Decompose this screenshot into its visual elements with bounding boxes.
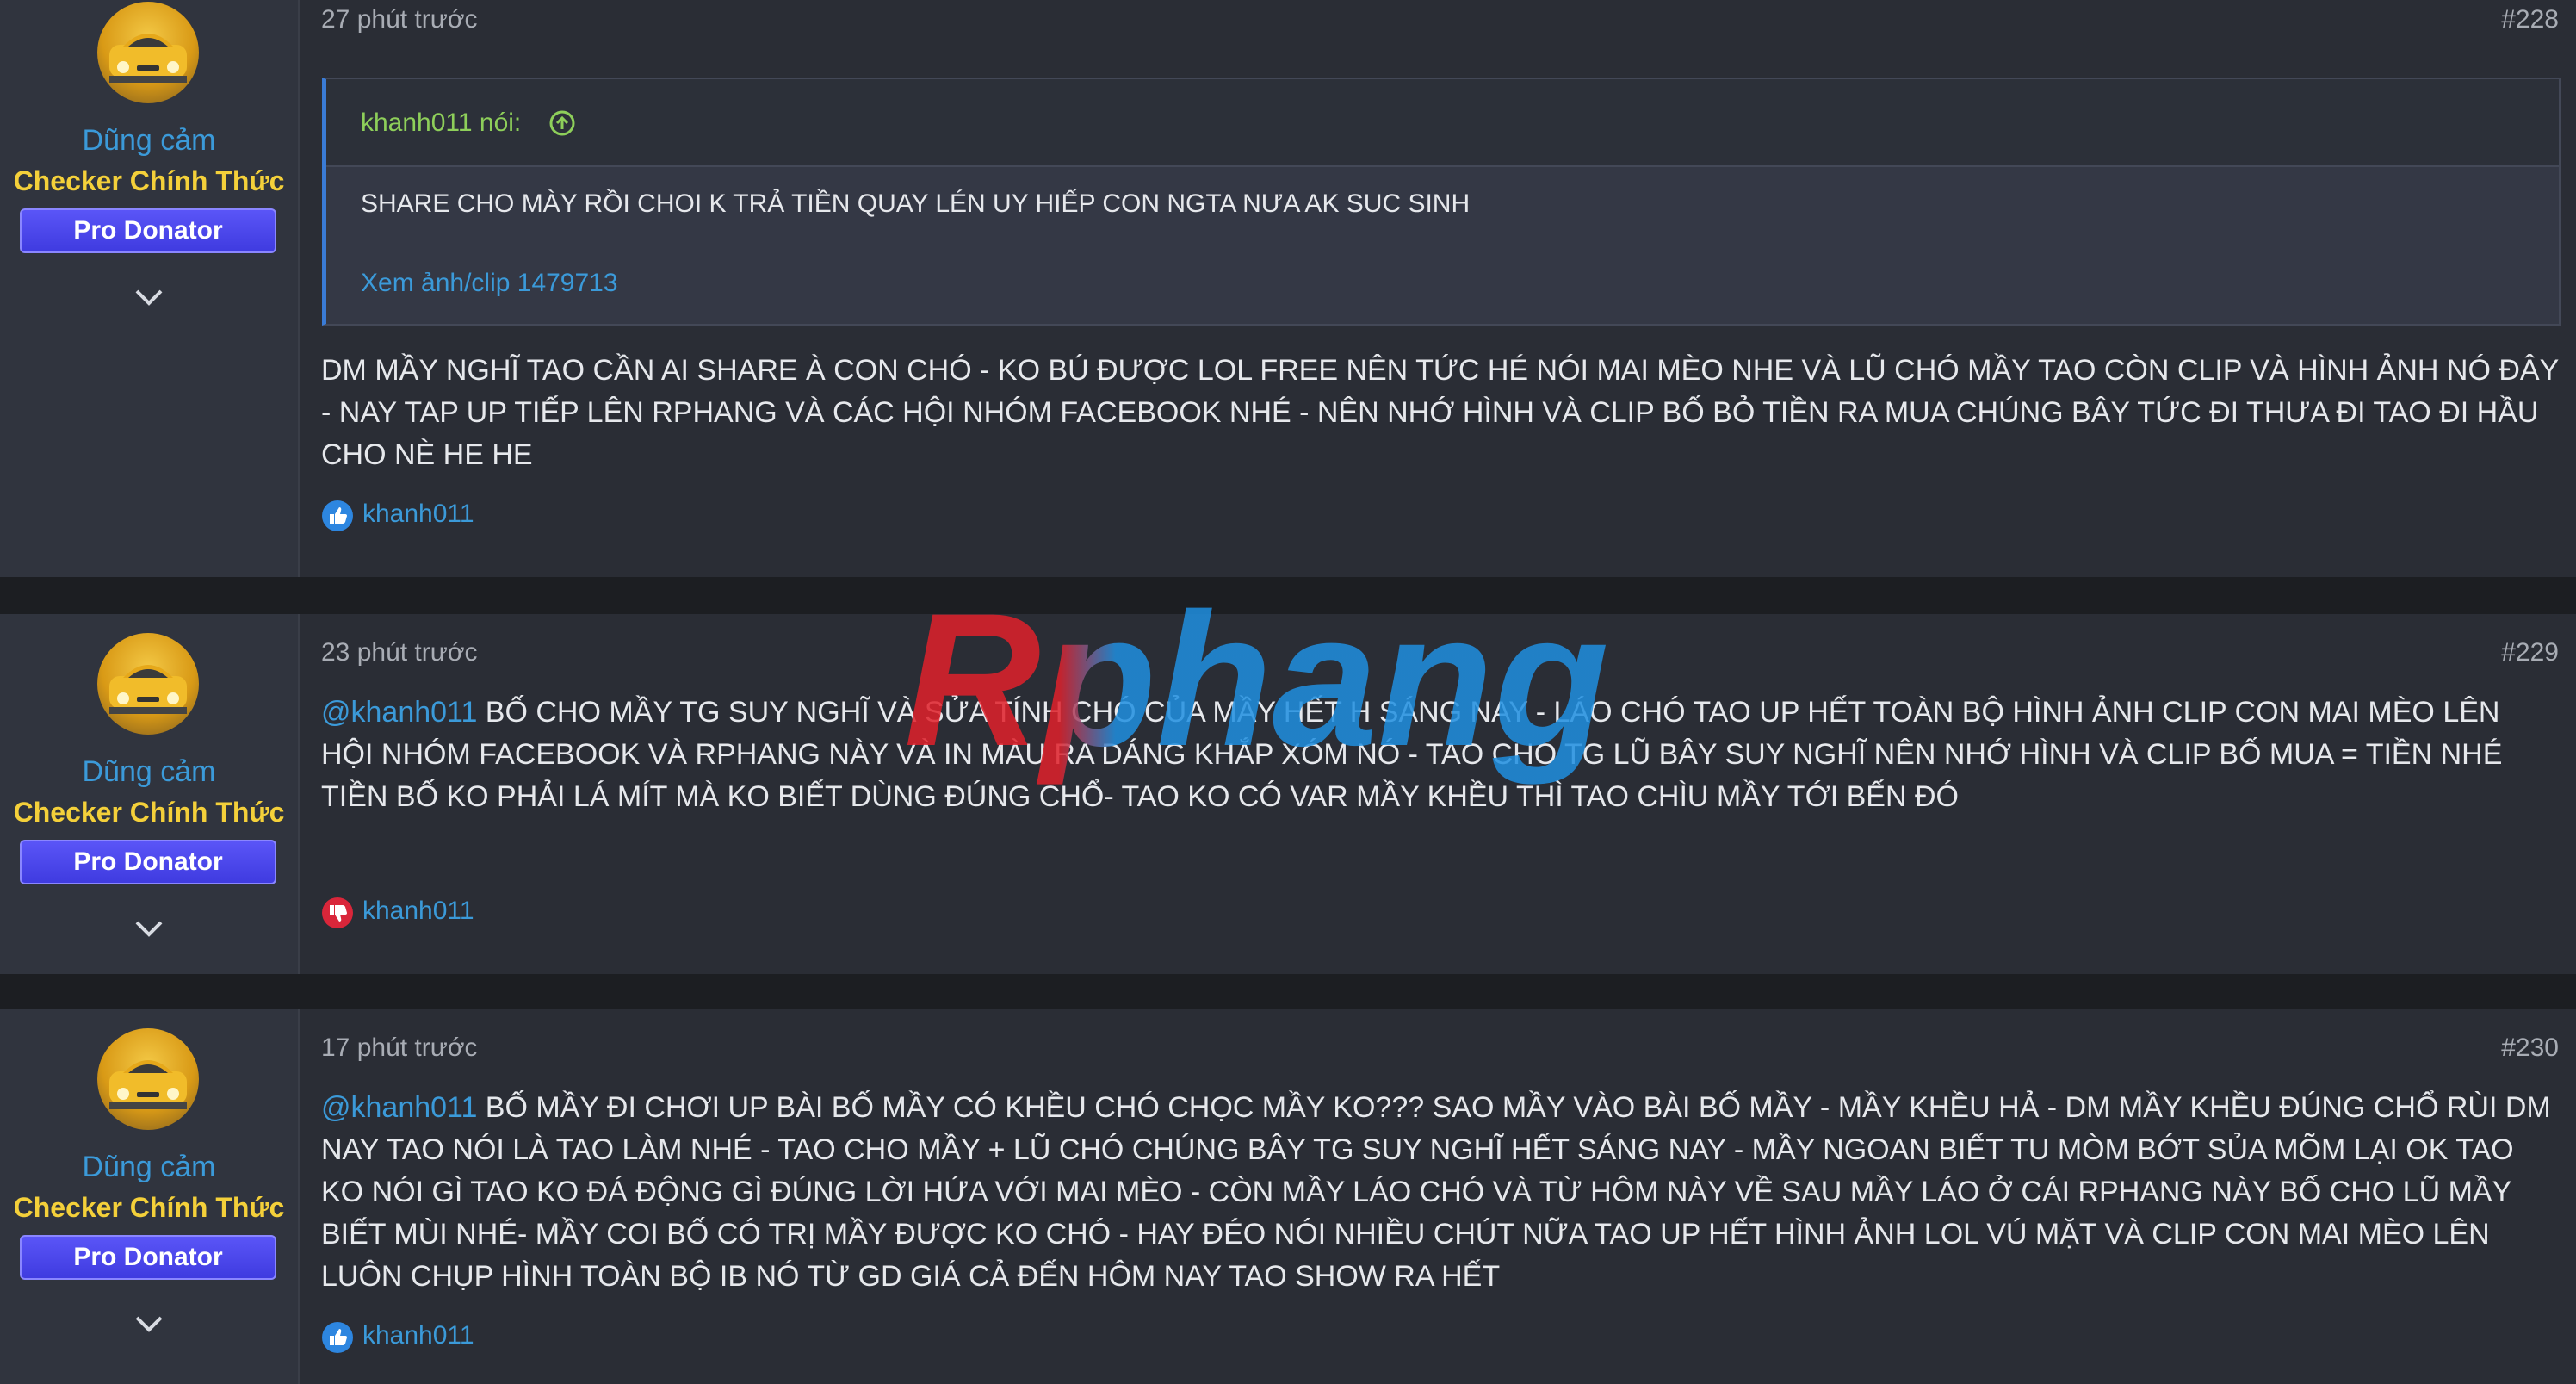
chevron-down-icon[interactable] bbox=[130, 915, 168, 941]
avatar[interactable] bbox=[97, 633, 199, 735]
reaction-user[interactable]: khanh011 bbox=[362, 500, 474, 529]
post-body: @khanh011 BỐ CHO MẦY TG SUY NGHĨ VÀ SỬA … bbox=[321, 692, 2560, 818]
user-sidebar: Dũng cảm Checker Chính Thức Pro Donator bbox=[0, 0, 300, 577]
reaction-user[interactable]: khanh011 bbox=[362, 1321, 474, 1350]
reaction-user[interactable]: khanh011 bbox=[362, 897, 474, 926]
post-230: Dũng cảm Checker Chính Thức Pro Donator … bbox=[0, 1009, 2576, 1384]
user-title: Checker Chính Thức bbox=[13, 797, 285, 828]
post-number[interactable]: #230 bbox=[2501, 1033, 2559, 1063]
post-time[interactable]: 17 phút trước bbox=[321, 1033, 478, 1063]
post-time[interactable]: 27 phút trước bbox=[321, 5, 478, 34]
post-number[interactable]: #229 bbox=[2501, 638, 2559, 667]
quote-media-link[interactable]: Xem ảnh/clip 1479713 bbox=[361, 269, 618, 298]
username[interactable]: Dũng cảm bbox=[0, 124, 298, 158]
pro-donator-badge: Pro Donator bbox=[20, 840, 276, 884]
username[interactable]: Dũng cảm bbox=[0, 755, 298, 789]
thumbs-up-icon bbox=[322, 500, 353, 531]
user-mention[interactable]: @khanh011 bbox=[321, 1091, 477, 1124]
user-title: Checker Chính Thức bbox=[13, 165, 285, 196]
arrow-up-circle-icon[interactable] bbox=[548, 109, 576, 137]
quote-text: SHARE CHO MÀY RỒI CHOI K TRẢ TIỀN QUAY L… bbox=[361, 189, 1471, 218]
post-229: Dũng cảm Checker Chính Thức Pro Donator … bbox=[0, 614, 2576, 974]
pro-donator-badge: Pro Donator bbox=[20, 208, 276, 253]
user-sidebar: Dũng cảm Checker Chính Thức Pro Donator bbox=[0, 614, 300, 974]
user-title: Checker Chính Thức bbox=[13, 1192, 285, 1223]
post-body-text: BỐ MẦY ĐI CHƠI UP BÀI BỐ MẦY CÓ KHỀU CHÓ… bbox=[321, 1091, 2551, 1293]
thumbs-up-icon bbox=[322, 1322, 353, 1353]
avatar[interactable] bbox=[97, 2, 199, 103]
user-sidebar: Dũng cảm Checker Chính Thức Pro Donator bbox=[0, 1009, 300, 1384]
post-body: DM MẦY NGHĨ TAO CẦN AI SHARE À CON CHÓ -… bbox=[321, 350, 2560, 476]
post-body: @khanh011 BỐ MẦY ĐI CHƠI UP BÀI BỐ MẦY C… bbox=[321, 1087, 2560, 1298]
post-228: Dũng cảm Checker Chính Thức Pro Donator … bbox=[0, 0, 2576, 577]
quote-block: khanh011 nói: SHARE CHO MÀY RỒI CHOI K T… bbox=[322, 78, 2561, 326]
username[interactable]: Dũng cảm bbox=[0, 1151, 298, 1184]
user-mention[interactable]: @khanh011 bbox=[321, 696, 477, 729]
quote-header: khanh011 nói: bbox=[326, 79, 2559, 167]
avatar[interactable] bbox=[97, 1028, 199, 1130]
post-body-text: BỐ CHO MẦY TG SUY NGHĨ VÀ SỬA TÍNH CHÓ C… bbox=[321, 696, 2503, 813]
post-body-text: DM MẦY NGHĨ TAO CẦN AI SHARE À CON CHÓ -… bbox=[321, 354, 2559, 471]
post-time[interactable]: 23 phút trước bbox=[321, 638, 478, 667]
post-number[interactable]: #228 bbox=[2501, 5, 2559, 34]
pro-donator-badge: Pro Donator bbox=[20, 1235, 276, 1280]
chevron-down-icon[interactable] bbox=[130, 1311, 168, 1337]
thumbs-down-icon bbox=[322, 897, 353, 928]
quote-author[interactable]: khanh011 nói: bbox=[361, 109, 521, 138]
chevron-down-icon[interactable] bbox=[130, 284, 168, 310]
